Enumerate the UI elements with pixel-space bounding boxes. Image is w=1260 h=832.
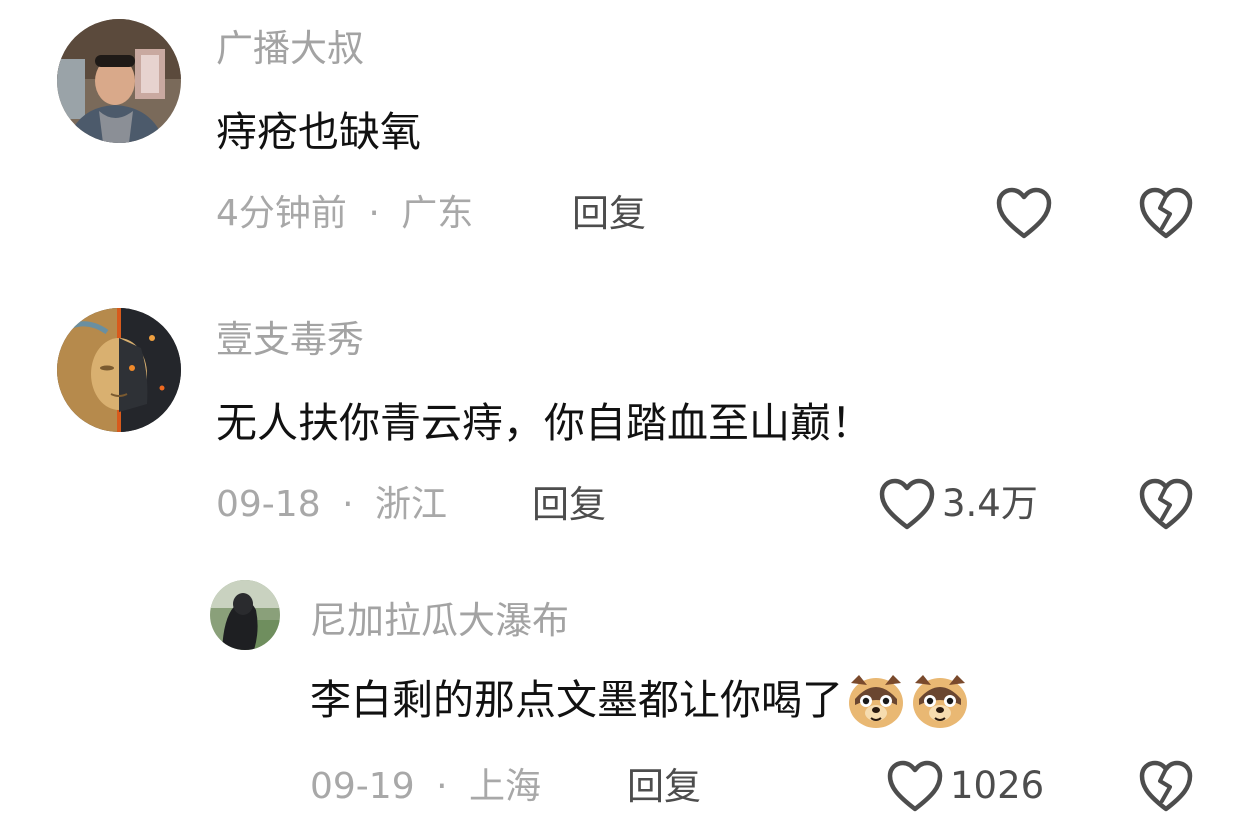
like-button[interactable] [995, 186, 1059, 240]
broken-heart-icon [1139, 478, 1193, 530]
comment-text-body: 李白剩的那点文墨都让你喝了 [310, 676, 843, 724]
meta-separator: · [436, 766, 448, 807]
broken-heart-icon [1139, 760, 1193, 812]
dog-face-emoji [913, 675, 967, 728]
reply-button[interactable]: 回复 [627, 765, 701, 809]
avatar[interactable] [57, 19, 181, 143]
avatar[interactable] [210, 580, 280, 650]
location: 浙江 [374, 484, 447, 525]
comment-text: 痔疮也缺氧 [216, 108, 421, 156]
comment-meta: 09-19 · 上海 [310, 765, 541, 809]
heart-outline-icon [996, 187, 1052, 239]
reply-button[interactable]: 回复 [532, 483, 606, 527]
comment-meta: 09-18 · 浙江 [216, 483, 447, 527]
comment-text: 李白剩的那点文墨都让你喝了 [310, 669, 971, 731]
timestamp: 09-18 [216, 484, 321, 525]
timestamp: 09-19 [310, 766, 415, 807]
dislike-button[interactable] [1138, 477, 1194, 531]
like-button[interactable]: 1026 [886, 759, 1044, 813]
comment-text: 无人扶你青云痔，你自踏血至山巅！ [216, 399, 872, 447]
timestamp: 4分钟前 [216, 193, 347, 234]
username[interactable]: 尼加拉瓜大瀑布 [310, 599, 569, 643]
username[interactable]: 壹支毒秀 [216, 318, 364, 362]
location: 上海 [468, 766, 541, 807]
like-count: 1026 [950, 764, 1045, 807]
username[interactable]: 广播大叔 [216, 27, 364, 71]
reply-button[interactable]: 回复 [572, 192, 646, 236]
dislike-button[interactable] [1138, 759, 1194, 813]
heart-outline-icon [887, 760, 943, 812]
meta-separator: · [342, 484, 354, 525]
comment-meta: 4分钟前 · 广东 [216, 192, 473, 236]
broken-heart-icon [1139, 187, 1193, 239]
dislike-button[interactable] [1138, 186, 1194, 240]
meta-separator: · [368, 193, 380, 234]
location: 广东 [401, 193, 474, 234]
like-button[interactable]: 3.4万 [878, 477, 1038, 531]
heart-outline-icon [879, 478, 935, 530]
like-count: 3.4万 [942, 482, 1038, 525]
avatar[interactable] [57, 308, 181, 432]
dog-face-emoji [849, 675, 903, 728]
